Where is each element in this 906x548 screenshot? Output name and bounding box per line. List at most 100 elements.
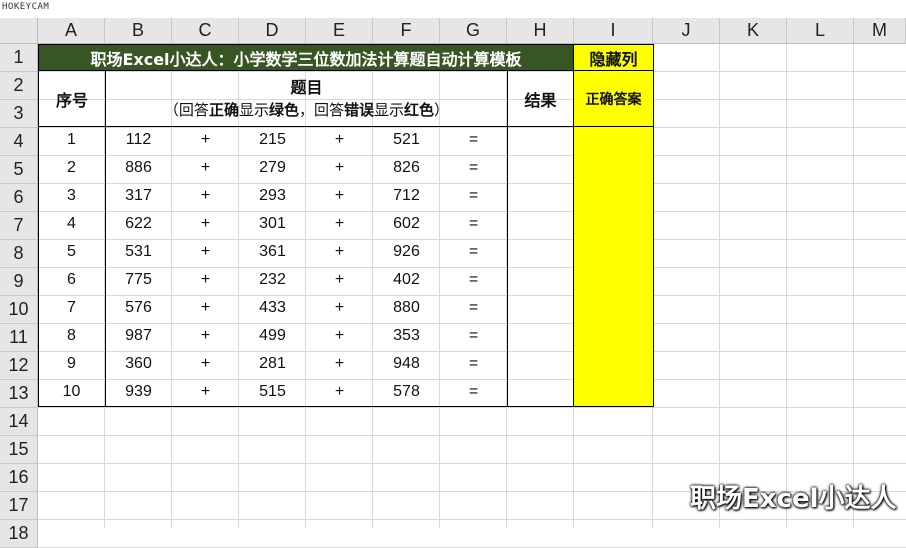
seq-cell[interactable]: 4 [38, 210, 105, 238]
addend-c-cell[interactable]: 926 [373, 238, 440, 266]
row-header-7[interactable]: 7 [0, 212, 38, 240]
equals-cell[interactable]: = [440, 154, 507, 182]
equals-cell[interactable]: = [440, 350, 507, 378]
addend-a-cell[interactable]: 531 [105, 238, 172, 266]
column-header-d[interactable]: D [239, 18, 306, 44]
column-header-m[interactable]: M [854, 18, 906, 44]
column-header-k[interactable]: K [720, 18, 787, 44]
column-header-l[interactable]: L [787, 18, 854, 44]
addend-c-cell[interactable]: 602 [373, 210, 440, 238]
plus-sign-cell[interactable]: + [306, 350, 373, 378]
plus-sign-cell[interactable]: + [306, 294, 373, 322]
result-header[interactable]: 结果 [507, 70, 574, 127]
result-input-cell[interactable] [507, 126, 574, 154]
seq-cell[interactable]: 1 [38, 126, 105, 154]
addend-a-cell[interactable]: 360 [105, 350, 172, 378]
column-header-c[interactable]: C [172, 18, 239, 44]
addend-a-cell[interactable]: 112 [105, 126, 172, 154]
equals-cell[interactable]: = [440, 182, 507, 210]
addend-a-cell[interactable]: 622 [105, 210, 172, 238]
plus-sign-cell[interactable]: + [306, 154, 373, 182]
result-input-cell[interactable] [507, 378, 574, 406]
result-input-cell[interactable] [507, 154, 574, 182]
column-header-j[interactable]: J [653, 18, 720, 44]
select-all-corner[interactable] [0, 18, 38, 44]
row-header-8[interactable]: 8 [0, 240, 38, 268]
hidden-column-label[interactable]: 隐藏列 [573, 44, 654, 71]
correct-answer-column[interactable] [573, 126, 654, 407]
plus-sign-cell[interactable]: + [172, 322, 239, 350]
addend-b-cell[interactable]: 215 [239, 126, 306, 154]
addend-c-cell[interactable]: 712 [373, 182, 440, 210]
addend-c-cell[interactable]: 521 [373, 126, 440, 154]
row-header-16[interactable]: 16 [0, 464, 38, 492]
row-header-10[interactable]: 10 [0, 296, 38, 324]
row-header-1[interactable]: 1 [0, 44, 38, 72]
addend-a-cell[interactable]: 576 [105, 294, 172, 322]
plus-sign-cell[interactable]: + [172, 350, 239, 378]
plus-sign-cell[interactable]: + [172, 182, 239, 210]
plus-sign-cell[interactable]: + [172, 266, 239, 294]
equals-cell[interactable]: = [440, 126, 507, 154]
column-header-e[interactable]: E [306, 18, 373, 44]
addend-a-cell[interactable]: 886 [105, 154, 172, 182]
column-header-a[interactable]: A [38, 18, 105, 44]
row-header-14[interactable]: 14 [0, 408, 38, 436]
plus-sign-cell[interactable]: + [306, 322, 373, 350]
addend-b-cell[interactable]: 361 [239, 238, 306, 266]
plus-sign-cell[interactable]: + [172, 294, 239, 322]
row-header-11[interactable]: 11 [0, 324, 38, 352]
addend-b-cell[interactable]: 232 [239, 266, 306, 294]
column-header-f[interactable]: F [373, 18, 440, 44]
addend-c-cell[interactable]: 948 [373, 350, 440, 378]
column-header-h[interactable]: H [507, 18, 574, 44]
seq-cell[interactable]: 5 [38, 238, 105, 266]
result-input-cell[interactable] [507, 322, 574, 350]
addend-a-cell[interactable]: 775 [105, 266, 172, 294]
addend-b-cell[interactable]: 499 [239, 322, 306, 350]
plus-sign-cell[interactable]: + [172, 126, 239, 154]
row-header-5[interactable]: 5 [0, 156, 38, 184]
seq-cell[interactable]: 2 [38, 154, 105, 182]
equals-cell[interactable]: = [440, 322, 507, 350]
seq-cell[interactable]: 9 [38, 350, 105, 378]
plus-sign-cell[interactable]: + [172, 238, 239, 266]
addend-b-cell[interactable]: 279 [239, 154, 306, 182]
correct-answer-header[interactable]: 正确答案 [573, 70, 654, 127]
equals-cell[interactable]: = [440, 378, 507, 406]
row-header-18[interactable]: 18 [0, 520, 38, 548]
seq-cell[interactable]: 7 [38, 294, 105, 322]
equals-cell[interactable]: = [440, 266, 507, 294]
row-header-12[interactable]: 12 [0, 352, 38, 380]
plus-sign-cell[interactable]: + [172, 378, 239, 406]
plus-sign-cell[interactable]: + [172, 210, 239, 238]
row-header-17[interactable]: 17 [0, 492, 38, 520]
plus-sign-cell[interactable]: + [306, 238, 373, 266]
addend-c-cell[interactable]: 402 [373, 266, 440, 294]
plus-sign-cell[interactable]: + [172, 154, 239, 182]
seq-cell[interactable]: 8 [38, 322, 105, 350]
column-header-g[interactable]: G [440, 18, 507, 44]
addend-b-cell[interactable]: 301 [239, 210, 306, 238]
title-cell[interactable]: 职场Excel小达人：小学数学三位数加法计算题自动计算模板 [38, 44, 574, 71]
row-header-15[interactable]: 15 [0, 436, 38, 464]
row-header-6[interactable]: 6 [0, 184, 38, 212]
equals-cell[interactable]: = [440, 294, 507, 322]
plus-sign-cell[interactable]: + [306, 126, 373, 154]
result-input-cell[interactable] [507, 238, 574, 266]
addend-c-cell[interactable]: 880 [373, 294, 440, 322]
plus-sign-cell[interactable]: + [306, 182, 373, 210]
seq-cell[interactable]: 10 [38, 378, 105, 406]
row-header-4[interactable]: 4 [0, 128, 38, 156]
row-header-3[interactable]: 3 [0, 100, 38, 128]
row-header-9[interactable]: 9 [0, 268, 38, 296]
plus-sign-cell[interactable]: + [306, 266, 373, 294]
result-input-cell[interactable] [507, 182, 574, 210]
addend-a-cell[interactable]: 987 [105, 322, 172, 350]
addend-c-cell[interactable]: 353 [373, 322, 440, 350]
addend-a-cell[interactable]: 939 [105, 378, 172, 406]
addend-b-cell[interactable]: 433 [239, 294, 306, 322]
equals-cell[interactable]: = [440, 238, 507, 266]
addend-b-cell[interactable]: 293 [239, 182, 306, 210]
seq-cell[interactable]: 6 [38, 266, 105, 294]
